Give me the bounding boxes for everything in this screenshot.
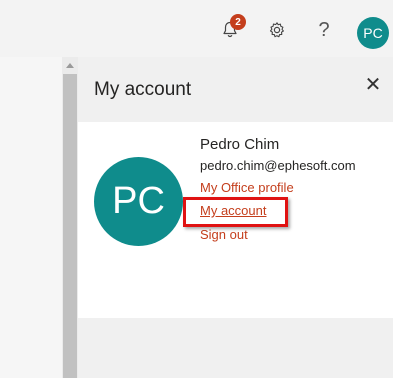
account-panel: My account ✕ PC Pedro Chim pedro.chim@ep…: [78, 57, 393, 378]
background-content: [0, 57, 62, 378]
office-profile-link[interactable]: My Office profile: [200, 180, 294, 195]
user-name: Pedro Chim: [200, 136, 280, 153]
highlight-annotation: [183, 197, 288, 227]
avatar-initials: PC: [112, 180, 165, 222]
scrollbar[interactable]: [62, 57, 78, 378]
user-avatar-button[interactable]: PC: [357, 17, 389, 49]
avatar: PC: [94, 157, 183, 246]
help-icon: ?: [318, 18, 330, 41]
notification-badge: 2: [230, 14, 246, 30]
notifications-button[interactable]: 2: [216, 14, 246, 44]
scrollbar-thumb[interactable]: [63, 74, 77, 378]
help-button[interactable]: ?: [310, 16, 338, 44]
panel-title: My account: [94, 79, 192, 100]
gear-icon: [269, 22, 284, 38]
top-bar: 2 ? PC: [0, 0, 393, 57]
settings-button[interactable]: [263, 16, 291, 44]
close-button[interactable]: ✕: [362, 74, 384, 96]
scroll-up-icon[interactable]: [66, 63, 74, 68]
sign-out-link[interactable]: Sign out: [200, 227, 248, 242]
account-card: PC Pedro Chim pedro.chim@ephesoft.com My…: [78, 122, 393, 318]
close-icon: ✕: [364, 74, 382, 96]
user-email: pedro.chim@ephesoft.com: [200, 158, 356, 173]
avatar-initials: PC: [363, 25, 383, 41]
